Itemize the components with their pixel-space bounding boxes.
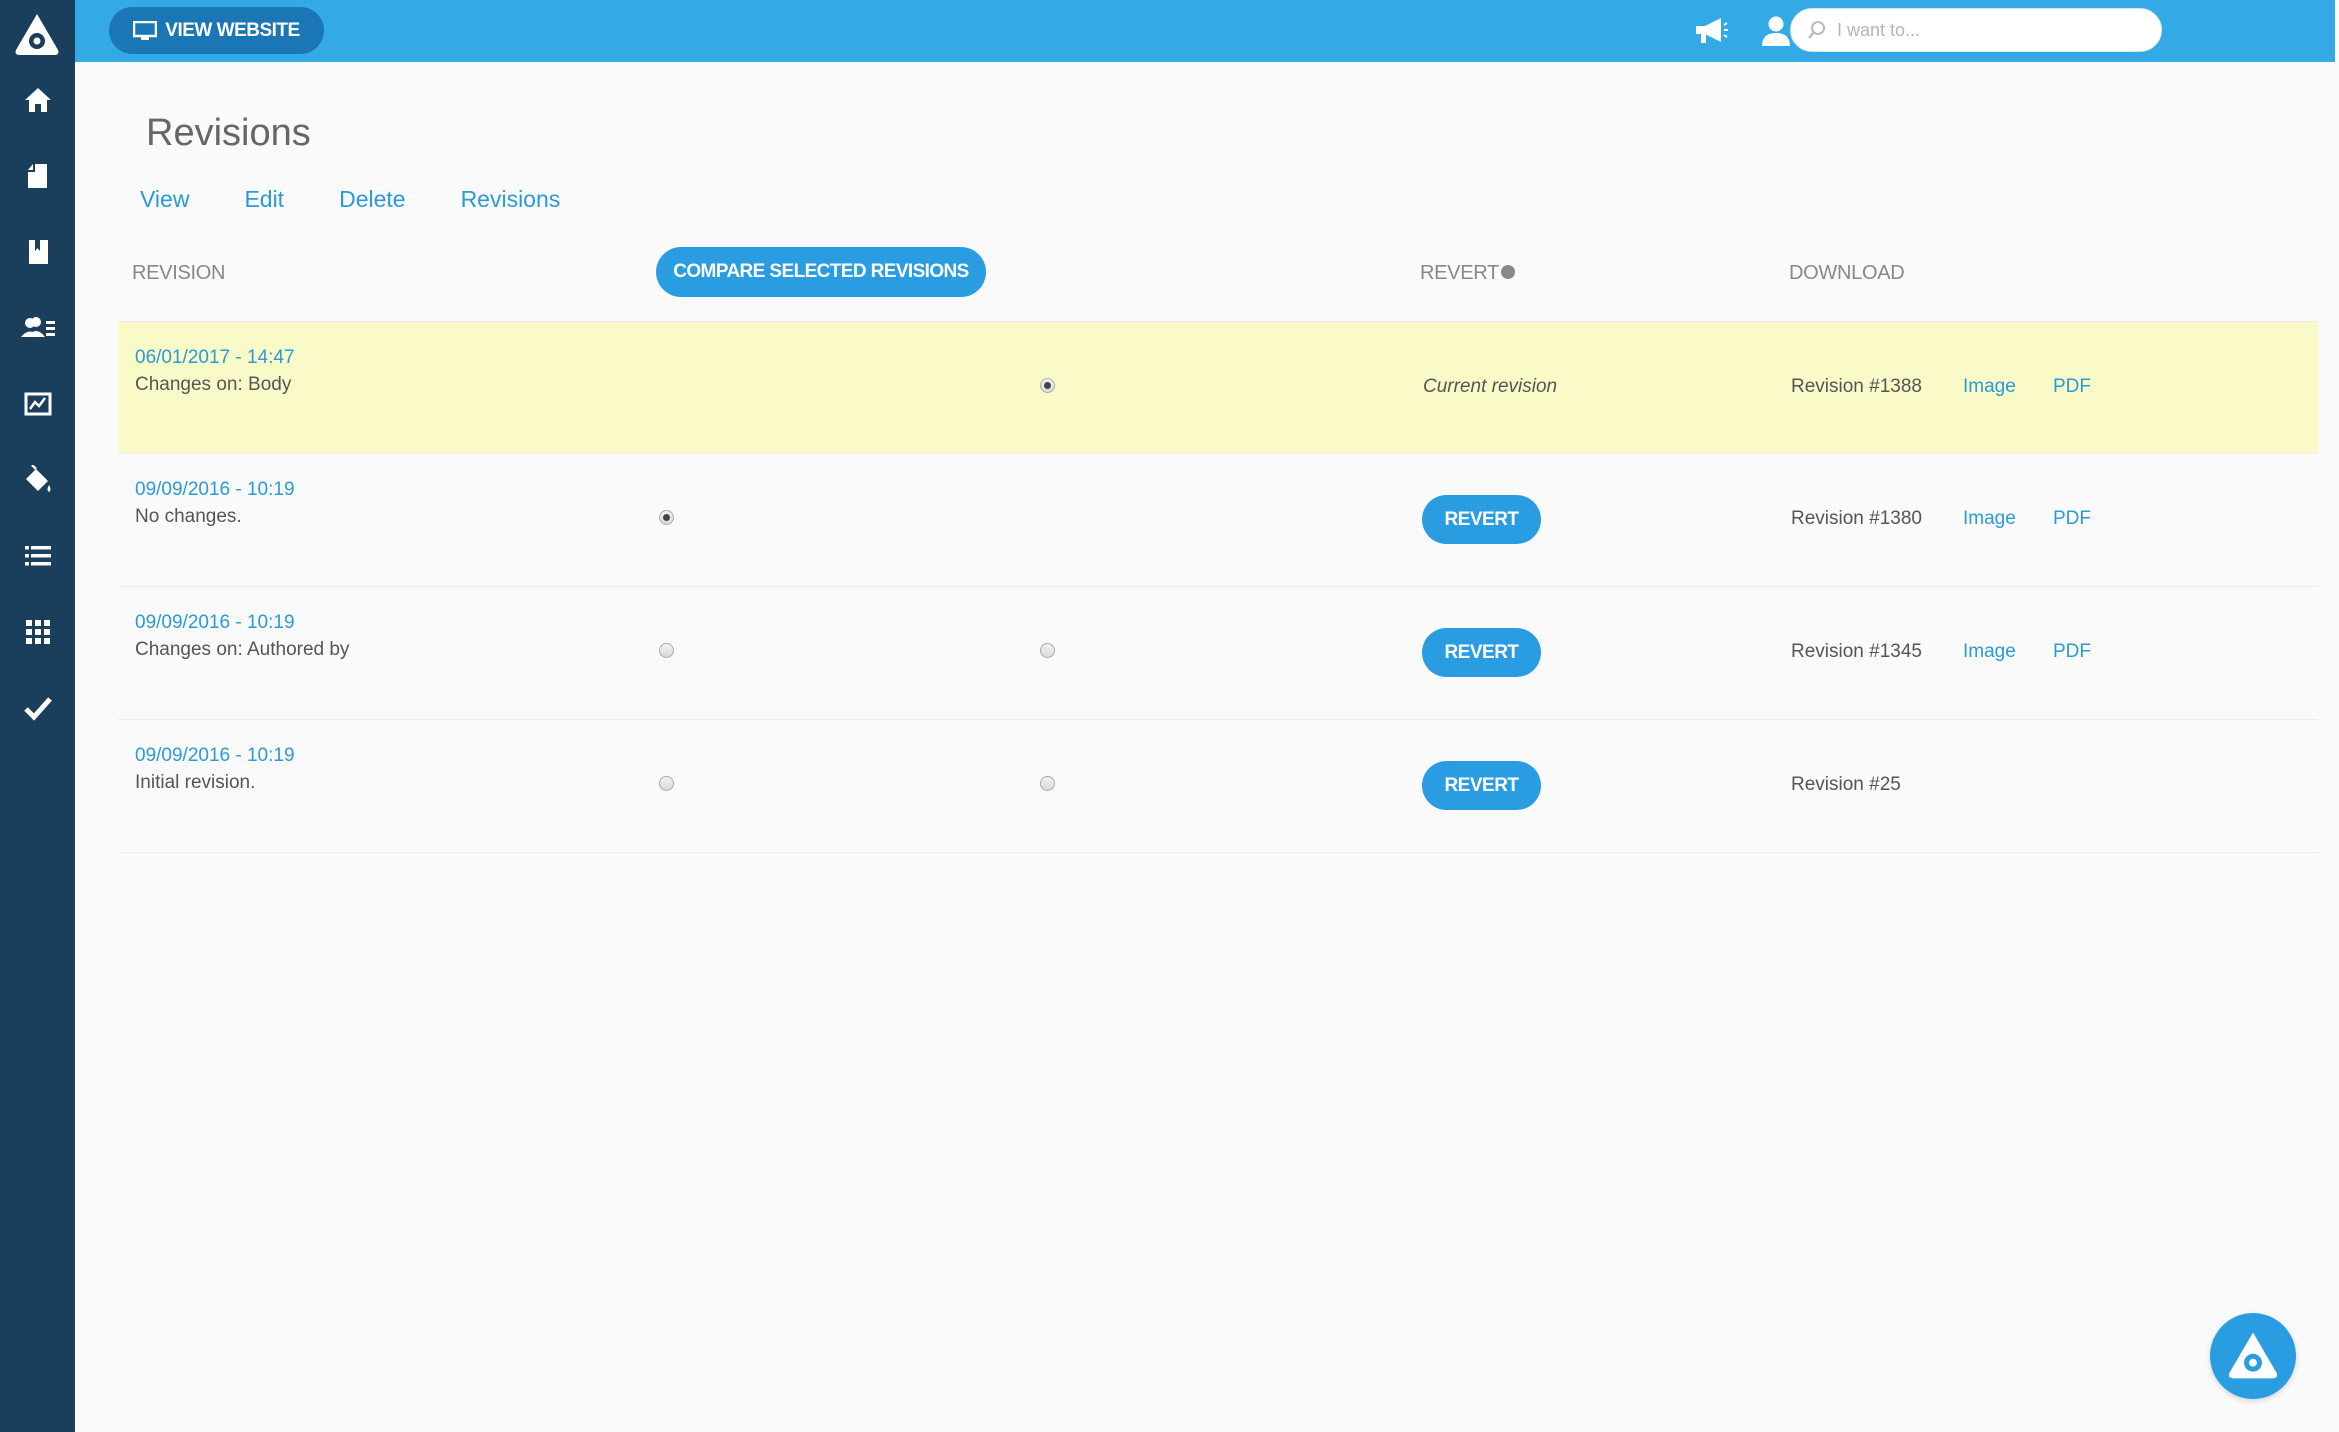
revision-date-link[interactable]: 06/01/2017 - 14:47 bbox=[135, 347, 295, 369]
table-row: 06/01/2017 - 14:47 Changes on: Body Curr… bbox=[118, 321, 2318, 454]
list-icon[interactable] bbox=[0, 526, 75, 586]
compare-selected-revisions-button[interactable]: COMPARE SELECTED REVISIONS bbox=[656, 247, 986, 297]
download-image-link[interactable]: Image bbox=[1963, 508, 2016, 530]
revision-number: Revision #1388 bbox=[1791, 376, 1922, 397]
page-tabs: View Edit Delete Revisions bbox=[140, 186, 615, 213]
analytics-icon[interactable] bbox=[0, 374, 75, 434]
table-row: 09/09/2016 - 10:19 No changes. REVERT Re… bbox=[118, 454, 2318, 587]
revision-date-link[interactable]: 09/09/2016 - 10:19 bbox=[135, 479, 295, 501]
revision-number: Revision #1380 bbox=[1791, 508, 1922, 529]
monitor-icon bbox=[133, 20, 158, 40]
view-website-button[interactable]: VIEW WEBSITE bbox=[109, 7, 324, 54]
sidebar bbox=[0, 0, 75, 1432]
brand-logo-icon bbox=[2228, 1332, 2278, 1379]
table-row: 09/09/2016 - 10:19 Changes on: Authored … bbox=[118, 587, 2318, 720]
revert-column-header: REVERT bbox=[1420, 262, 1515, 285]
users-icon[interactable] bbox=[0, 298, 75, 358]
tab-revisions[interactable]: Revisions bbox=[461, 186, 561, 213]
revision-number: Revision #25 bbox=[1791, 774, 1901, 795]
help-fab-button[interactable] bbox=[2210, 1313, 2296, 1399]
checkmark-icon[interactable] bbox=[0, 678, 75, 738]
download-image-link[interactable]: Image bbox=[1963, 641, 2016, 663]
current-revision-label: Current revision bbox=[1423, 376, 1558, 397]
download-pdf-link[interactable]: PDF bbox=[2053, 376, 2091, 398]
revision-date-link[interactable]: 09/09/2016 - 10:19 bbox=[135, 612, 295, 634]
revision-date-link[interactable]: 09/09/2016 - 10:19 bbox=[135, 745, 295, 767]
page-title: Revisions bbox=[146, 112, 311, 154]
revert-button[interactable]: REVERT bbox=[1422, 628, 1541, 677]
megaphone-icon[interactable] bbox=[1693, 14, 1729, 48]
compare-right-radio[interactable] bbox=[1040, 643, 1055, 658]
download-column-header: DOWNLOAD bbox=[1789, 262, 1905, 284]
compare-right-radio[interactable] bbox=[1040, 378, 1055, 393]
view-website-label: VIEW WEBSITE bbox=[165, 19, 300, 41]
revert-header-label: REVERT bbox=[1420, 262, 1499, 284]
brand-logo-icon[interactable] bbox=[12, 10, 62, 60]
home-icon[interactable] bbox=[0, 70, 75, 130]
download-pdf-link[interactable]: PDF bbox=[2053, 641, 2091, 663]
top-bar: VIEW WEBSITE bbox=[75, 0, 2335, 62]
user-profile-icon[interactable] bbox=[1758, 14, 1794, 48]
table-row: 09/09/2016 - 10:19 Initial revision. REV… bbox=[118, 720, 2318, 853]
compare-left-radio[interactable] bbox=[659, 510, 674, 525]
tab-delete[interactable]: Delete bbox=[339, 186, 405, 213]
compare-left-radio[interactable] bbox=[659, 776, 674, 791]
download-pdf-link[interactable]: PDF bbox=[2053, 508, 2091, 530]
info-icon[interactable] bbox=[1500, 264, 1515, 279]
revision-description: Changes on: Authored by bbox=[135, 639, 350, 660]
paint-bucket-icon[interactable] bbox=[0, 450, 75, 510]
search-input[interactable] bbox=[1835, 18, 2161, 42]
compare-right-radio[interactable] bbox=[1040, 776, 1055, 791]
apps-grid-icon[interactable] bbox=[0, 602, 75, 662]
revision-column-header: REVISION bbox=[132, 262, 226, 284]
tab-view[interactable]: View bbox=[140, 186, 189, 213]
revert-button[interactable]: REVERT bbox=[1422, 495, 1541, 544]
revision-description: Changes on: Body bbox=[135, 374, 292, 395]
revision-description: No changes. bbox=[135, 506, 242, 527]
revision-description: Initial revision. bbox=[135, 772, 256, 793]
book-icon[interactable] bbox=[0, 222, 75, 282]
search-icon bbox=[1808, 21, 1825, 39]
compare-left-radio[interactable] bbox=[659, 643, 674, 658]
pages-icon[interactable] bbox=[0, 146, 75, 206]
download-image-link[interactable]: Image bbox=[1963, 376, 2016, 398]
search-box[interactable] bbox=[1790, 8, 2162, 52]
tab-edit[interactable]: Edit bbox=[244, 186, 284, 213]
revert-button[interactable]: REVERT bbox=[1422, 761, 1541, 810]
revision-number: Revision #1345 bbox=[1791, 641, 1922, 662]
